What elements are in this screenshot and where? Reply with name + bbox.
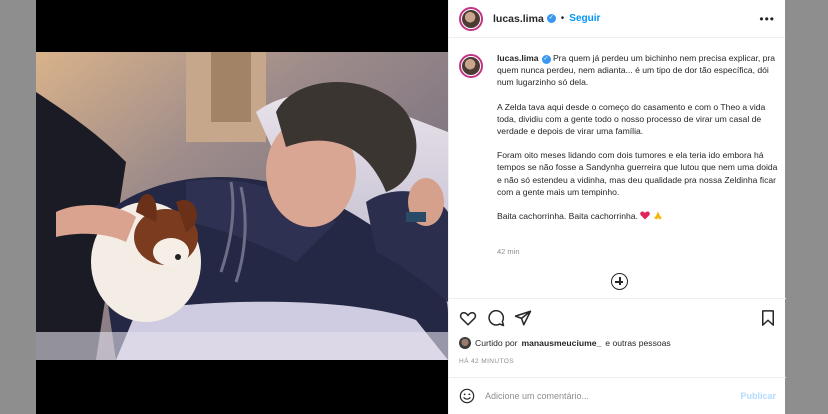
caption-paragraph-4: Baita cachorrinha. Baita cachorrinha. — [497, 211, 638, 222]
action-bar — [449, 298, 786, 338]
caption-text: lucas.lima ✓ Pra quem já perdeu um bichin… — [497, 52, 779, 234]
emoji-picker-icon[interactable] — [459, 388, 475, 404]
author-username[interactable]: lucas.lima — [493, 13, 544, 25]
caption-paragraph-2: A Zelda tava aqui desde o começo do casa… — [497, 101, 766, 137]
post-media — [36, 0, 448, 414]
comment-input[interactable] — [485, 391, 715, 401]
caption-timestamp: 42 min — [497, 247, 520, 256]
caption-username[interactable]: lucas.lima — [497, 53, 539, 63]
share-icon[interactable] — [514, 309, 532, 327]
caption-author-avatar[interactable] — [459, 54, 483, 78]
likes-suffix[interactable]: e outras pessoas — [605, 338, 670, 348]
post-side-panel: lucas.lima ✓ • Seguir ••• lucas.lima ✓ Pr… — [448, 0, 786, 414]
likes-prefix: Curtido por — [475, 338, 518, 348]
caption-paragraph-3: Foram oito meses lidando com dois tumore… — [497, 150, 778, 197]
author-avatar[interactable] — [459, 6, 483, 31]
red-heart-icon — [640, 211, 651, 220]
post-modal: lucas.lima ✓ • Seguir ••• lucas.lima ✓ Pr… — [36, 0, 786, 414]
caption-verified-badge-icon: ✓ — [541, 55, 551, 64]
liker-username[interactable]: manausmeuciume_ — [522, 338, 602, 348]
likes-summary: Curtido por manausmeuciume_ e outras pes… — [459, 337, 671, 349]
load-more-comments-icon[interactable] — [611, 273, 628, 290]
separator-dot: • — [560, 13, 565, 24]
post-header: lucas.lima ✓ • Seguir ••• — [449, 0, 785, 38]
post-timestamp: HÁ 42 MINUTOS — [459, 358, 514, 365]
comment-form: Publicar — [449, 377, 786, 414]
verified-badge-icon: ✓ — [546, 14, 556, 23]
photo-illustration — [36, 52, 448, 360]
comment-icon[interactable] — [487, 309, 505, 327]
more-options-icon[interactable]: ••• — [759, 12, 775, 26]
bookmark-icon[interactable] — [759, 309, 777, 327]
post-caption: lucas.lima ✓ Pra quem já perdeu um bichin… — [459, 52, 779, 267]
publish-button[interactable]: Publicar — [740, 391, 776, 401]
heart-icon[interactable] — [459, 309, 477, 327]
post-photo[interactable] — [36, 52, 448, 360]
liker-avatar[interactable] — [459, 337, 471, 349]
praying-hands-icon — [653, 211, 662, 220]
follow-button[interactable]: Seguir — [569, 13, 600, 24]
